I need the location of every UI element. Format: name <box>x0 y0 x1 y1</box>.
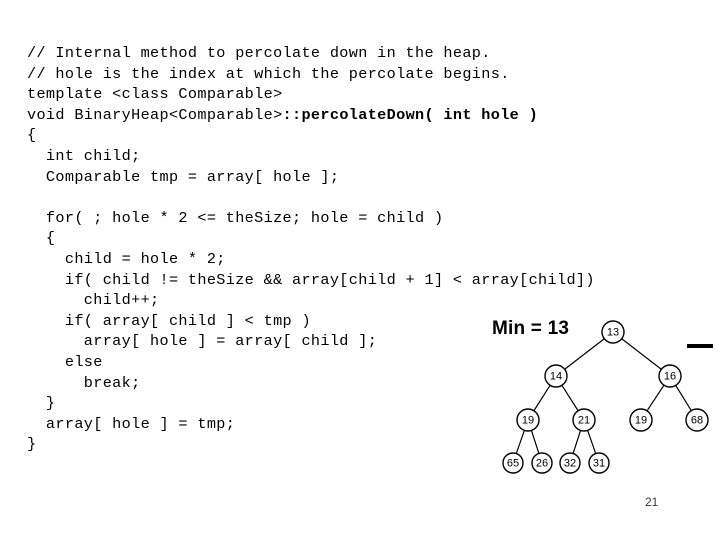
tree-node: 26 <box>531 452 553 474</box>
tree-edge <box>564 338 605 370</box>
tree-node-label: 68 <box>691 415 703 427</box>
tree-node: 13 <box>601 320 625 344</box>
horizontal-dash-mark <box>687 344 713 348</box>
code-line: child = hole * 2; <box>27 249 226 268</box>
tree-node: 14 <box>544 364 568 388</box>
tree-node: 21 <box>572 408 596 432</box>
tree-node: 19 <box>516 408 540 432</box>
tree-node-label: 26 <box>536 458 548 470</box>
tree-node: 32 <box>559 452 581 474</box>
code-line: void BinaryHeap<Comparable>::percolateDo… <box>27 105 707 126</box>
tree-node-label: 21 <box>578 415 590 427</box>
tree-node: 16 <box>658 364 682 388</box>
code-span-emphasis: ::percolateDown( int hole ) <box>282 105 539 124</box>
code-line: template <class Comparable> <box>27 85 283 104</box>
tree-node-label: 19 <box>522 415 534 427</box>
code-line: Comparable tmp = array[ hole ]; <box>27 167 340 186</box>
tree-edge <box>587 430 597 454</box>
code-line: { <box>27 229 56 248</box>
code-line: if( child != theSize && array[child + 1]… <box>27 270 595 289</box>
tree-edge <box>572 430 582 454</box>
code-line: // hole is the index at which the percol… <box>27 64 510 83</box>
tree-node-group: 13 14 16 19 21 19 68 65 26 32 31 <box>502 320 709 474</box>
page-number: 21 <box>645 495 659 509</box>
tree-edge <box>533 384 551 412</box>
tree-edge <box>530 430 540 454</box>
tree-node-label: 65 <box>507 458 519 470</box>
tree-edge-group <box>515 338 692 454</box>
tree-node: 19 <box>629 408 653 432</box>
code-line: // Internal method to percolate down in … <box>27 44 491 62</box>
tree-node-label: 32 <box>564 458 576 470</box>
tree-node-label: 14 <box>550 371 562 383</box>
tree-node-label: 13 <box>607 327 619 339</box>
tree-node-label: 16 <box>664 371 676 383</box>
tree-edge <box>515 430 525 454</box>
binary-heap-tree-diagram: 13 14 16 19 21 19 68 65 26 32 31 <box>470 305 720 495</box>
code-line: { <box>27 126 37 145</box>
tree-node-label: 31 <box>593 458 605 470</box>
slide-canvas: // Internal method to percolate down in … <box>0 0 720 540</box>
code-line: for( ; hole * 2 <= theSize; hole = child… <box>27 208 444 227</box>
tree-edge <box>675 385 692 411</box>
tree-node: 68 <box>685 408 709 432</box>
code-line: int child; <box>27 146 141 165</box>
tree-node: 31 <box>588 452 610 474</box>
heap-tree-svg: 13 14 16 19 21 19 68 65 26 32 31 <box>502 320 709 474</box>
tree-node-label: 19 <box>635 415 647 427</box>
tree-edge <box>621 338 662 370</box>
tree-edge <box>646 384 665 412</box>
tree-node: 65 <box>502 452 524 474</box>
tree-edge <box>561 384 579 412</box>
code-span-plain: void BinaryHeap<Comparable> <box>27 105 283 124</box>
